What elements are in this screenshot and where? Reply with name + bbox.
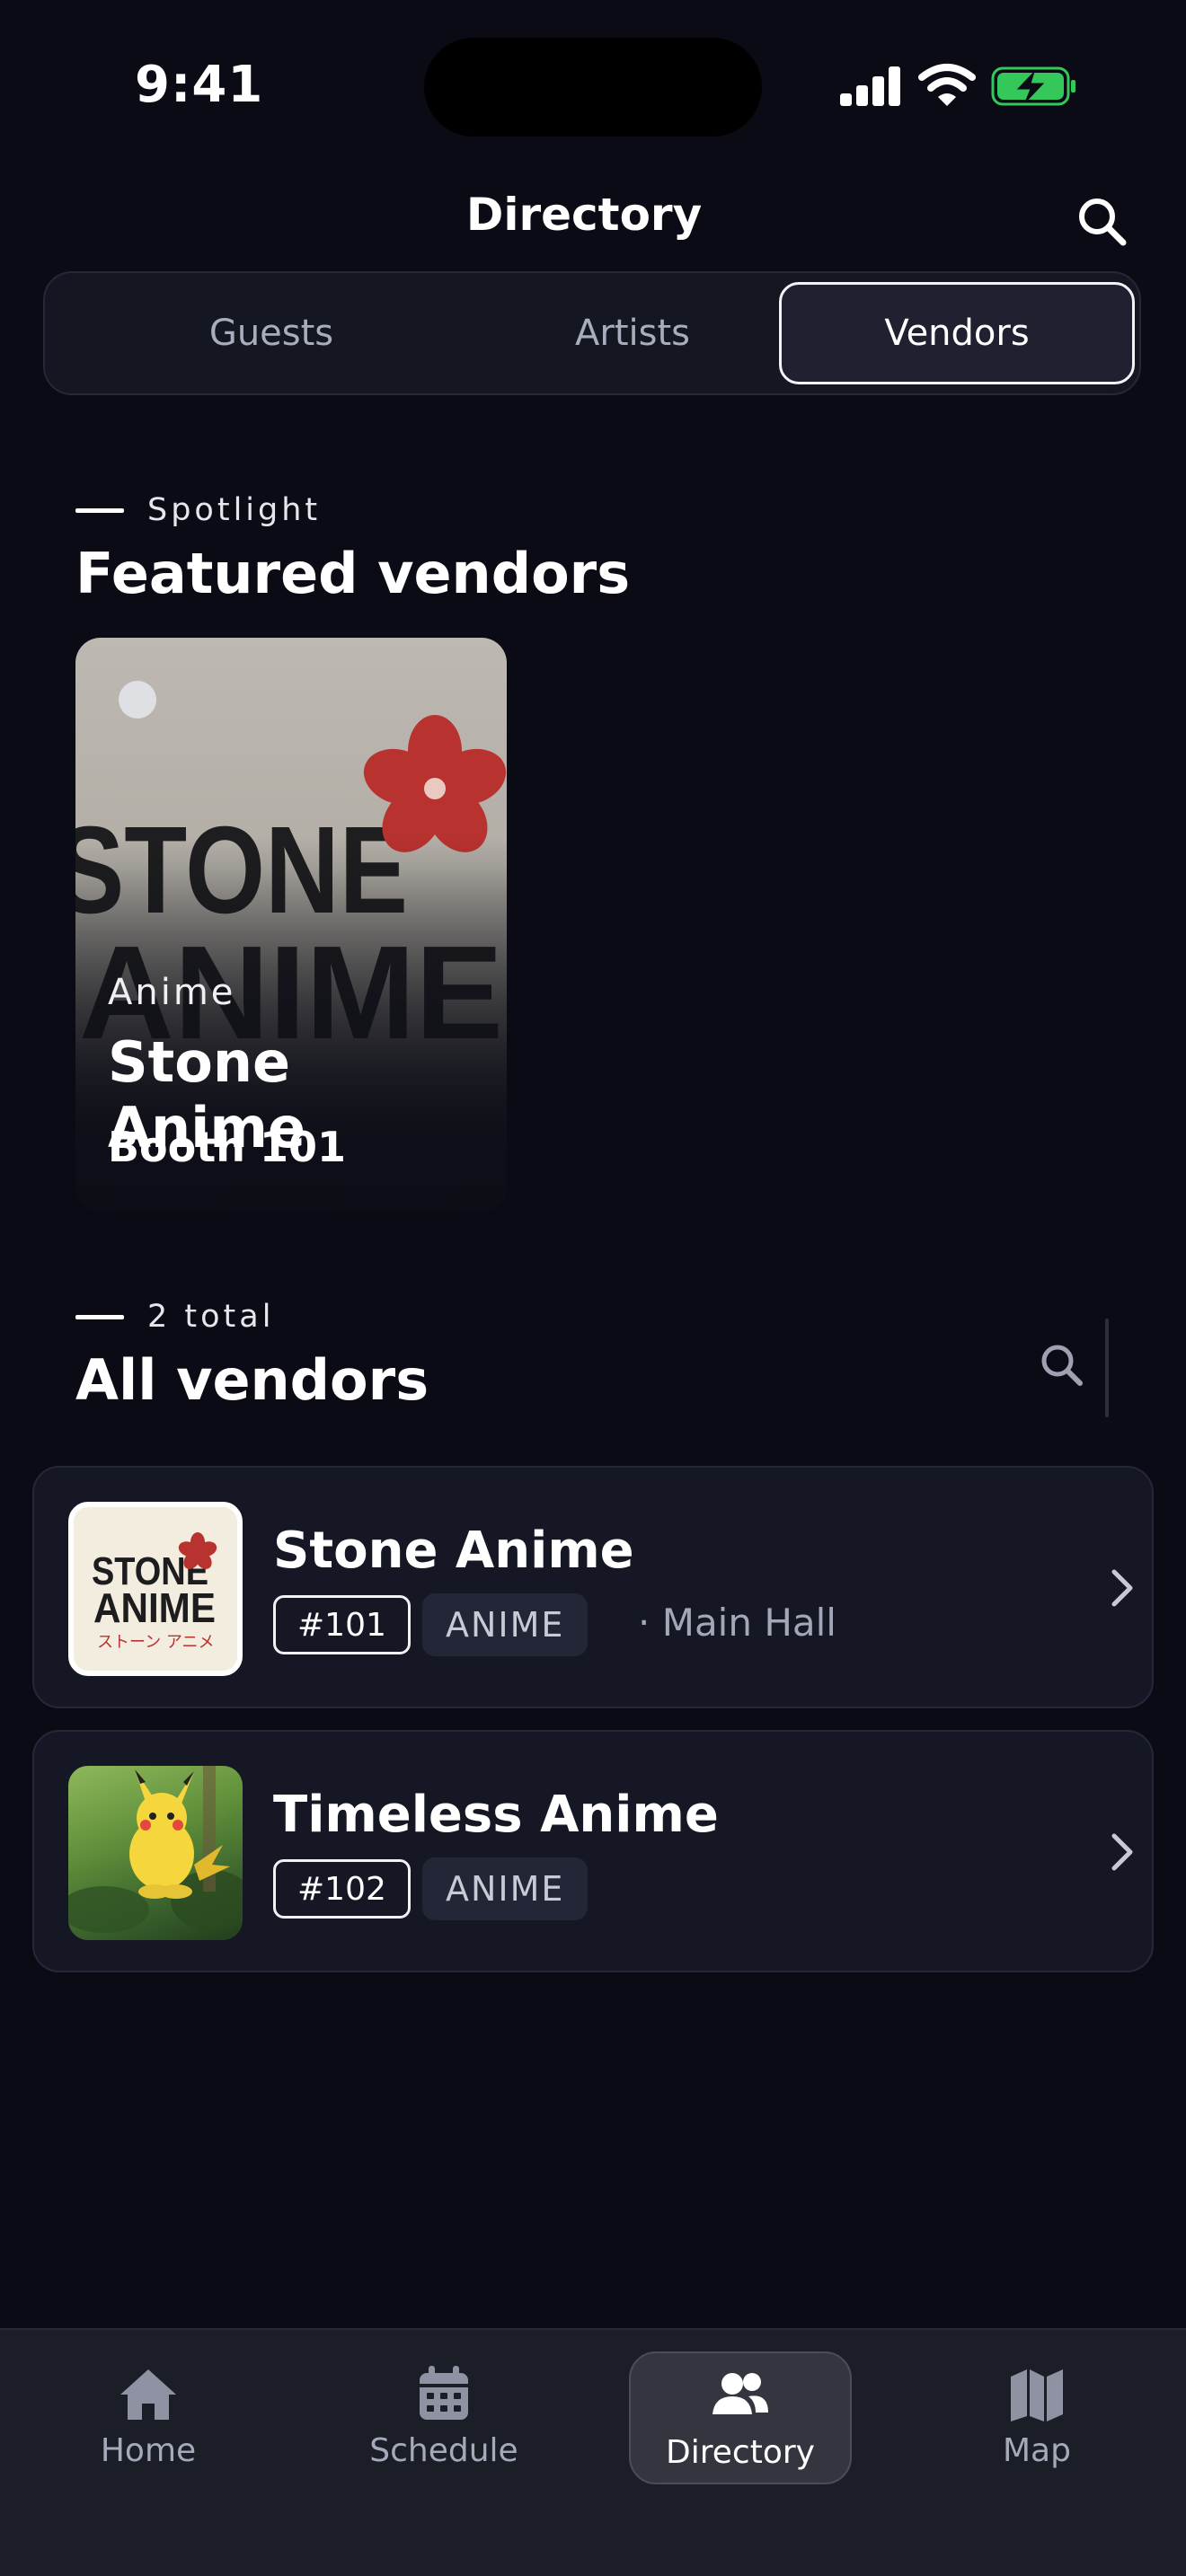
featured-vendor-card[interactable]: STONE ANIME Anime Stone Anime Booth 101 — [75, 638, 507, 1211]
tab-label: Schedule — [369, 2432, 518, 2469]
tab-label: Home — [100, 2432, 197, 2469]
tab-label: Map — [1003, 2432, 1071, 2469]
tab-guests[interactable]: Guests — [93, 282, 449, 384]
vendor-row[interactable]: STONE ANIME ストーン アニメ Stone Anime #101 AN… — [32, 1466, 1154, 1708]
bottom-tab-bar: Home Schedule Directory Map — [0, 2328, 1186, 2576]
logo-subtitle: ストーン アニメ — [97, 1633, 214, 1652]
eyebrow-dash — [75, 1314, 124, 1319]
tab-directory[interactable]: Directory — [629, 2351, 852, 2484]
divider — [1105, 1319, 1109, 1417]
wifi-icon — [918, 64, 976, 106]
status-bar: 9:41 — [0, 0, 1186, 144]
svg-text:ANIME: ANIME — [93, 1584, 216, 1631]
people-icon — [712, 2373, 768, 2414]
pikachu-card-art — [68, 1766, 243, 1933]
chevron-right-icon — [1111, 1833, 1133, 1871]
map-icon — [1011, 2369, 1063, 2422]
category-badge: ANIME — [422, 1857, 589, 1920]
spotlight-eyebrow-label: Spotlight — [147, 492, 322, 528]
page-title: Directory — [465, 189, 703, 241]
spotlight-eyebrow: Spotlight — [75, 492, 321, 528]
all-vendors-eyebrow: 2 total — [75, 1299, 274, 1335]
tab-home[interactable]: Home — [37, 2351, 260, 2484]
dynamic-island — [424, 38, 762, 137]
search-icon[interactable] — [1075, 194, 1128, 248]
tab-map[interactable]: Map — [925, 2351, 1148, 2484]
vendor-logo: STONE ANIME ストーン アニメ — [68, 1502, 243, 1676]
tab-vendors[interactable]: Vendors — [779, 282, 1135, 384]
vendor-count: 2 total — [147, 1299, 275, 1335]
battery-charging-icon — [991, 66, 1075, 106]
tab-artists[interactable]: Artists — [455, 282, 810, 384]
vendor-row[interactable]: Timeless Anime #102 ANIME — [32, 1730, 1154, 1972]
card-booth: Booth 101 — [108, 1123, 347, 1171]
vendor-name: Timeless Anime — [273, 1786, 719, 1844]
vendor-location: · Main Hall — [638, 1601, 836, 1645]
chevron-right-icon — [1111, 1569, 1133, 1607]
status-time: 9:41 — [135, 56, 264, 114]
vendor-logo — [68, 1766, 243, 1940]
category-badge: ANIME — [422, 1593, 589, 1656]
booth-badge: #102 — [273, 1859, 411, 1919]
card-category: Anime — [108, 972, 236, 1013]
search-icon[interactable] — [1039, 1342, 1085, 1389]
tab-label: Directory — [666, 2434, 815, 2471]
eyebrow-dash — [75, 507, 124, 513]
all-vendors-title: All vendors — [75, 1347, 429, 1413]
tab-schedule[interactable]: Schedule — [332, 2351, 555, 2484]
home-icon — [120, 2369, 176, 2420]
directory-segmented-control: Guests Artists Vendors — [43, 271, 1141, 395]
cellular-signal-icon — [840, 66, 901, 106]
vendor-name: Stone Anime — [273, 1522, 634, 1580]
booth-badge: #101 — [273, 1595, 411, 1654]
featured-vendors-title: Featured vendors — [75, 541, 631, 606]
favorite-indicator[interactable] — [119, 681, 156, 719]
stone-anime-logo-art: STONE ANIME ストーン アニメ — [92, 1532, 217, 1652]
calendar-icon — [420, 2366, 468, 2420]
